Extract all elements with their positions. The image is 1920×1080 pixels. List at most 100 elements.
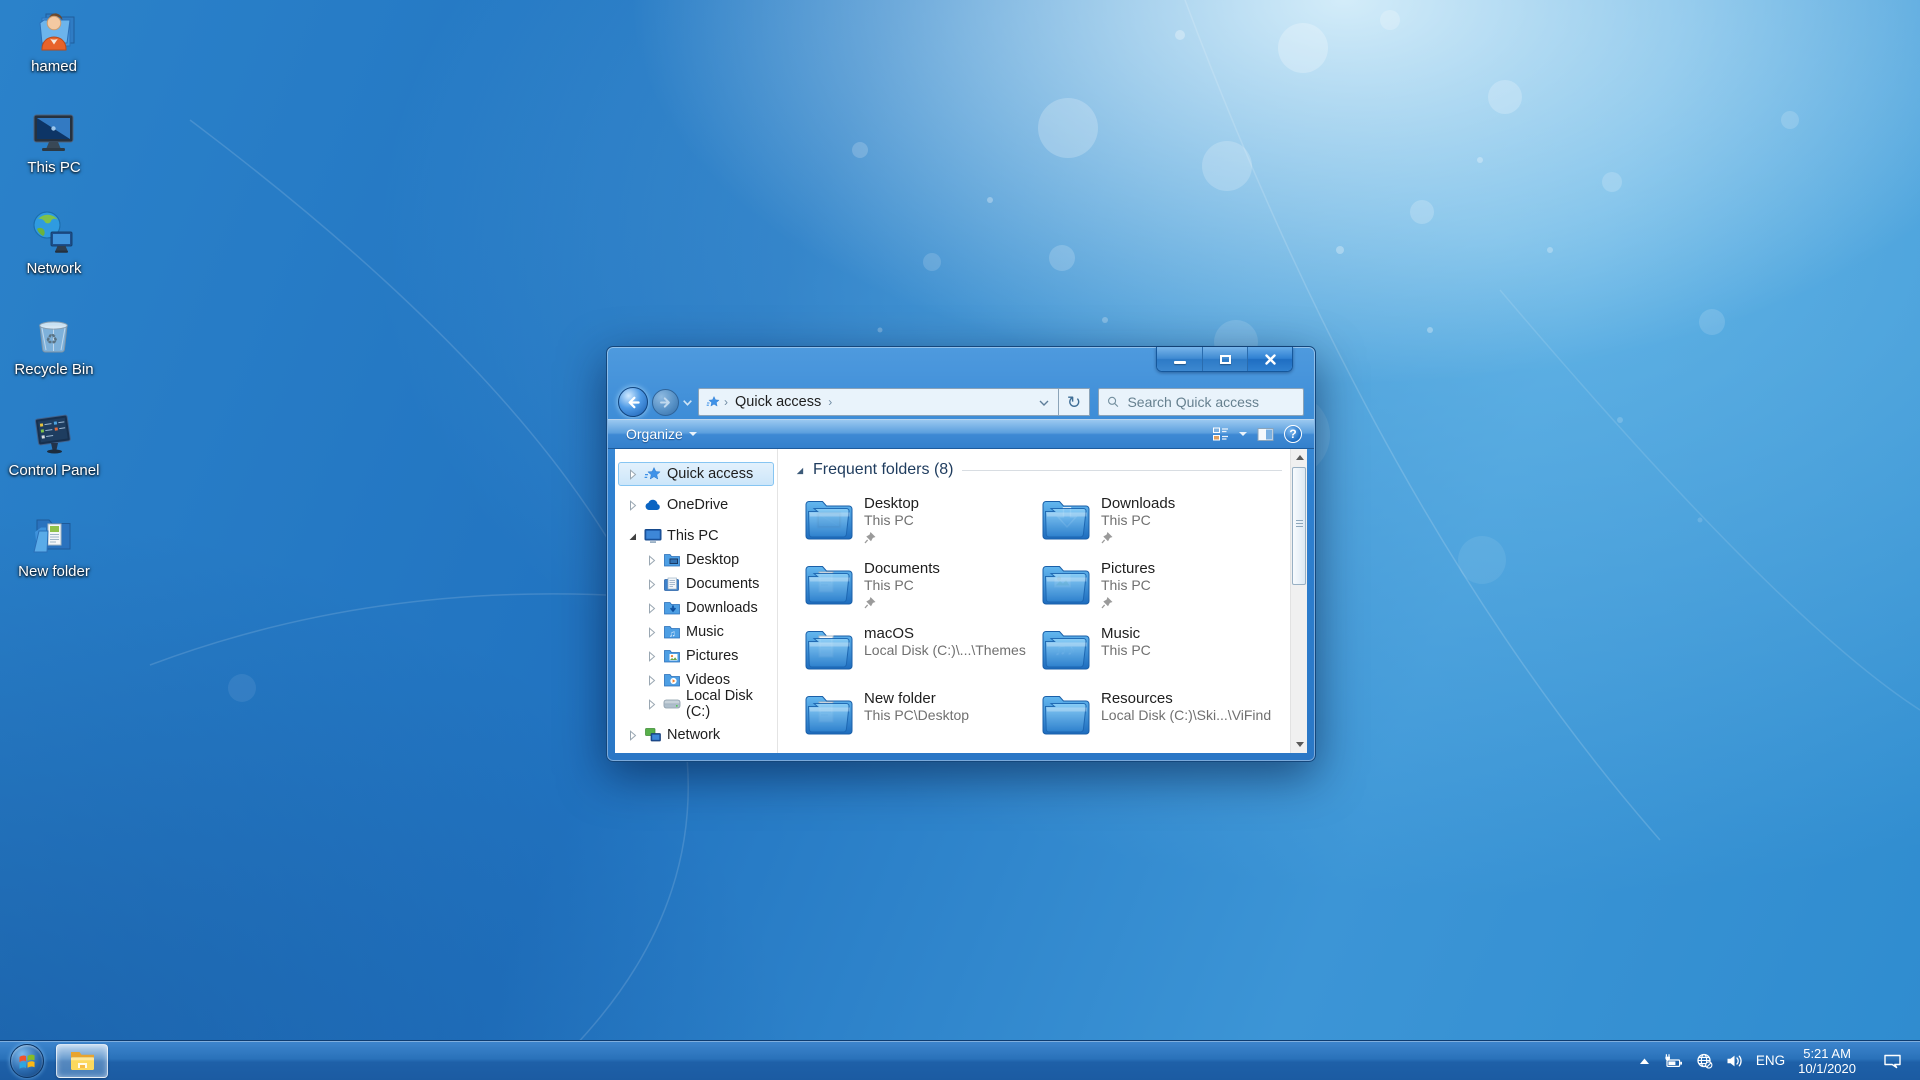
expand-arrow-icon[interactable] [645,578,658,591]
scroll-up-button[interactable] [1291,449,1307,466]
sidebar-item-quick-access[interactable]: Quick access [618,462,774,486]
folder-tile-name: Documents [864,560,940,577]
scroll-down-button[interactable] [1291,736,1307,753]
vertical-scrollbar[interactable] [1290,449,1307,753]
expand-arrow-icon[interactable] [645,674,658,687]
desktop-icon-new-folder[interactable]: New folder [6,513,102,605]
network-status-icon[interactable] [1696,1053,1713,1069]
sidebar-item-pictures[interactable]: Pictures [618,644,774,668]
folder-tile-location: This PC [1101,577,1155,594]
close-button[interactable] [1247,347,1292,371]
window-caption-buttons [1156,347,1293,372]
expand-arrow-icon[interactable] [645,602,658,615]
views-dropdown-button[interactable] [1239,432,1247,436]
expand-arrow-icon[interactable] [645,626,658,639]
folder-tile-macos[interactable]: macOS Local Disk (C:)\...\Themes [804,624,1041,678]
refresh-button[interactable]: ↻ [1059,388,1090,416]
sidebar-item-downloads[interactable]: Downloads [618,596,774,620]
forward-button[interactable] [652,389,679,416]
recycle-bin-icon: ♻ [30,311,78,359]
sidebar-item-local-disk-c[interactable]: Local Disk (C:) [618,692,774,716]
desktop-icon-label: Control Panel [9,463,100,479]
expand-arrow-icon[interactable] [626,468,639,481]
organize-menu-button[interactable]: Organize [620,423,703,445]
folder-tile-desktop[interactable]: Desktop This PC [804,494,1041,548]
change-view-button[interactable] [1212,426,1229,442]
control-panel-icon [30,412,78,460]
folder-documents-icon [663,576,681,592]
scrollbar-thumb[interactable] [1292,467,1306,585]
folder-music-icon: ♫ [663,624,681,640]
windows-logo-icon [11,1045,43,1077]
folder-tile-new-folder[interactable]: New folder This PC\Desktop [804,689,1041,743]
show-hidden-icons-button[interactable] [1639,1057,1650,1065]
folder-downloads-icon [663,600,681,616]
desktop-icon-this-pc[interactable]: This PC [6,109,102,201]
battery-status-icon[interactable] [1663,1053,1683,1068]
expand-arrow-icon[interactable] [645,650,658,663]
volume-icon[interactable] [1726,1054,1743,1068]
chevron-down-icon [1239,432,1247,436]
network-icon [644,727,662,743]
back-arrow-icon [625,394,642,411]
folder-tile-pictures[interactable]: Pictures This PC [1041,559,1278,613]
folder-tile-music[interactable]: ♫♪ Music This PC [1041,624,1278,678]
back-button[interactable] [618,387,648,417]
folder-tile-name: Pictures [1101,560,1155,577]
expand-arrow-icon[interactable] [626,499,639,512]
group-header[interactable]: Frequent folders (8) [794,461,1290,479]
pin-icon [864,531,877,544]
search-input[interactable] [1127,394,1295,410]
sidebar-item-label: Desktop [686,552,739,568]
start-button[interactable] [10,1044,44,1078]
sidebar-item-this-pc[interactable]: This PC [618,524,774,548]
address-bar[interactable]: › Quick access › [698,388,1059,416]
collapse-arrow-icon[interactable] [626,530,639,543]
action-center-button[interactable] [1883,1053,1902,1069]
star-icon [644,466,662,482]
navigation-bar: › Quick access › ↻ [607,385,1315,419]
recent-locations-dropdown[interactable] [683,393,692,411]
sidebar-item-label: Music [686,624,724,640]
sidebar-item-network[interactable]: Network [618,723,774,747]
chevron-down-icon [683,400,692,406]
expand-arrow-icon[interactable] [645,554,658,567]
expand-arrow-icon[interactable] [645,698,658,711]
clock-date: 10/1/2020 [1798,1061,1856,1076]
breadcrumb-item-quick-access[interactable]: Quick access [735,394,821,410]
expand-arrow-icon[interactable] [626,729,639,742]
desktop-icon-control-panel[interactable]: Control Panel [6,412,102,504]
sidebar-item-music[interactable]: ♫ Music [618,620,774,644]
maximize-button[interactable] [1202,347,1247,371]
folder-pictures-icon [663,648,681,664]
open-folder-icon [30,513,78,561]
address-dropdown-button[interactable] [1030,393,1058,411]
desktop-icon-network[interactable]: Network [6,210,102,302]
sidebar-item-documents[interactable]: Documents [618,572,774,596]
help-button[interactable]: ? [1284,425,1302,443]
explorer-window: › Quick access › ↻ Organize [606,346,1316,762]
folder-tile-documents[interactable]: Documents This PC [804,559,1041,613]
notification-bubble-icon [1883,1053,1902,1069]
clock[interactable]: 5:21 AM 10/1/2020 [1798,1046,1856,1076]
folder-tile-location: This PC [1101,642,1151,659]
preview-pane-button[interactable] [1257,427,1274,442]
minimize-button[interactable] [1157,347,1202,371]
sidebar-item-desktop[interactable]: Desktop [618,548,774,572]
folder-tile-resources[interactable]: Resources Local Disk (C:)\Ski...\ViFind [1041,689,1278,743]
folder-tile-location: This PC\Desktop [864,707,969,724]
breadcrumb-separator[interactable]: › [828,395,832,409]
search-box[interactable] [1098,388,1304,416]
desktop-icon-hamed[interactable]: hamed [6,8,102,100]
taskbar-file-explorer-button[interactable] [56,1044,108,1078]
monitor-icon [644,528,662,544]
pin-icon [1101,531,1114,544]
folder-tile-downloads[interactable]: Downloads This PC [1041,494,1278,548]
language-indicator[interactable]: ENG [1756,1053,1785,1068]
chevron-up-icon [1639,1057,1650,1065]
sidebar-item-label: This PC [667,528,719,544]
desktop-icon-recycle-bin[interactable]: ♻ Recycle Bin [6,311,102,403]
sidebar-item-label: Quick access [667,466,753,482]
folder-icon [804,689,855,739]
sidebar-item-onedrive[interactable]: OneDrive [618,493,774,517]
